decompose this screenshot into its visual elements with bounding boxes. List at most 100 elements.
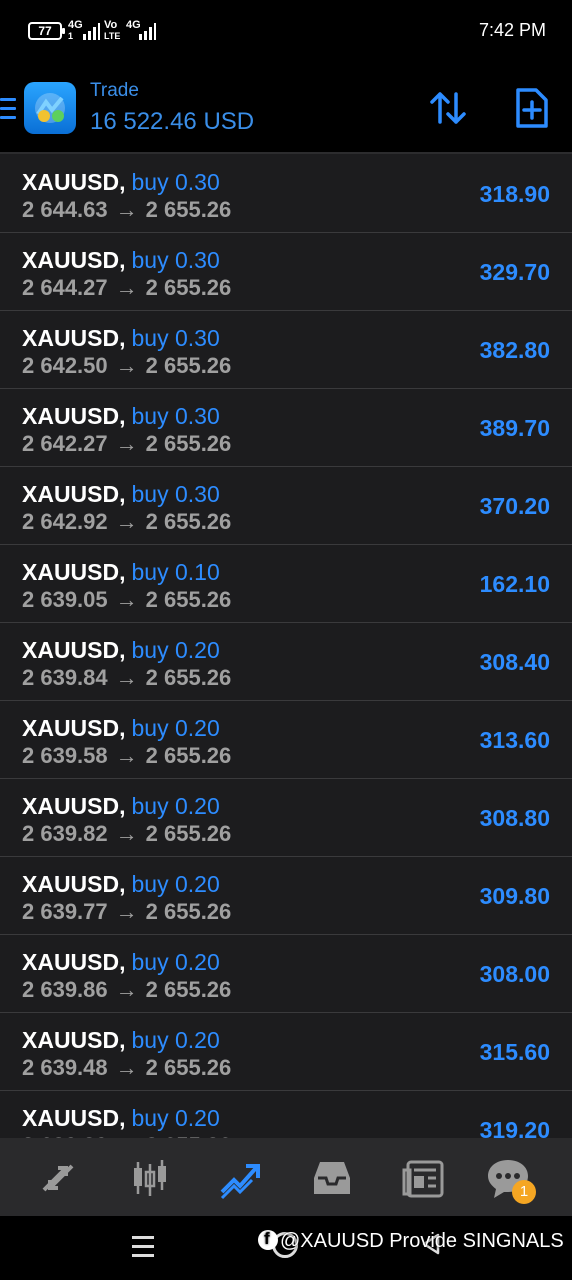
position-symbol: XAUUSD — [22, 325, 120, 351]
current-price: 2 655.26 — [145, 821, 232, 846]
battery-icon: 77 — [28, 22, 65, 40]
position-header: XAUUSD, buy 0.30 — [22, 247, 220, 274]
arrow-icon: → — [115, 197, 138, 222]
position-header: XAUUSD, buy 0.20 — [22, 793, 220, 820]
position-profit: 370.20 — [479, 493, 550, 519]
position-row[interactable]: XAUUSD, buy 0.20 2 639.58 → 2 655.26 313.60 — [0, 701, 572, 779]
arrow-icon: → — [115, 665, 138, 690]
position-profit: 329.70 — [479, 259, 550, 285]
position-header: XAUUSD, buy 0.20 — [22, 1105, 220, 1132]
position-row[interactable]: XAUUSD, buy 0.30 2 642.92 → 2 655.26 370.20 — [0, 467, 572, 545]
separator: , — [119, 559, 126, 585]
position-header: XAUUSD, buy 0.20 — [22, 949, 220, 976]
position-side-volume: buy 0.20 — [131, 1105, 220, 1131]
position-side-volume: buy 0.20 — [131, 793, 220, 819]
trade-icon[interactable] — [218, 1156, 262, 1200]
quotes-icon[interactable] — [36, 1156, 80, 1200]
position-header: XAUUSD, buy 0.10 — [22, 559, 220, 586]
history-icon[interactable] — [310, 1156, 354, 1200]
position-profit: 308.00 — [479, 961, 550, 987]
current-price: 2 655.26 — [145, 743, 232, 768]
open-price: 2 639.48 — [22, 1055, 108, 1080]
app-logo — [24, 82, 76, 134]
clock: 7:42 PM — [478, 20, 546, 40]
current-price: 2 655.26 — [145, 197, 232, 222]
separator: , — [119, 1027, 126, 1053]
open-price: 2 639.58 — [22, 743, 108, 768]
position-profit: 313.60 — [479, 727, 550, 753]
position-symbol: XAUUSD — [22, 247, 120, 273]
page-title: Trade — [90, 80, 139, 101]
position-prices: 2 642.50 → 2 655.26 — [22, 353, 231, 379]
position-prices: 2 639.86 → 2 655.26 — [22, 977, 231, 1003]
current-price: 2 655.26 — [145, 587, 232, 612]
position-profit: 308.40 — [479, 649, 550, 675]
open-price: 2 642.27 — [22, 431, 108, 456]
position-row[interactable]: XAUUSD, buy 0.20 2 639.86 → 2 655.26 308.00 — [0, 935, 572, 1013]
arrow-icon: → — [115, 353, 138, 378]
position-prices: 2 639.82 → 2 655.26 — [22, 821, 231, 847]
position-prices: 2 642.27 → 2 655.26 — [22, 431, 231, 457]
position-side-volume: buy 0.20 — [131, 715, 220, 741]
chart-icon[interactable] — [128, 1156, 172, 1200]
position-side-volume: buy 0.20 — [131, 949, 220, 975]
signal-strength-icon-2 — [139, 23, 156, 40]
position-profit: 162.10 — [479, 571, 550, 597]
open-price: 2 644.27 — [22, 275, 108, 300]
position-side-volume: buy 0.30 — [131, 325, 220, 351]
open-price: 2 639.77 — [22, 899, 108, 924]
messages-button[interactable]: 1 — [486, 1156, 536, 1204]
arrow-icon: → — [115, 431, 138, 456]
position-prices: 2 639.48 → 2 655.26 — [22, 1055, 231, 1081]
position-row[interactable]: XAUUSD, buy 0.10 2 639.05 → 2 655.26 162.10 — [0, 545, 572, 623]
position-profit: 308.80 — [479, 805, 550, 831]
open-price: 2 642.92 — [22, 509, 108, 534]
bottom-navigation: 1 — [0, 1138, 572, 1216]
position-side-volume: buy 0.20 — [131, 637, 220, 663]
arrow-icon: → — [115, 509, 138, 534]
separator: , — [119, 715, 126, 741]
position-header: XAUUSD, buy 0.20 — [22, 715, 220, 742]
new-order-icon[interactable] — [510, 86, 554, 130]
position-row[interactable]: XAUUSD, buy 0.30 2 644.27 → 2 655.26 329.70 — [0, 233, 572, 311]
position-row[interactable]: XAUUSD, buy 0.20 2 639.48 → 2 655.26 315.60 — [0, 1013, 572, 1091]
arrow-icon: → — [115, 275, 138, 300]
position-row[interactable]: XAUUSD, buy 0.30 2 642.50 → 2 655.26 382.80 — [0, 311, 572, 389]
position-row[interactable]: XAUUSD, buy 0.20 2 639.84 → 2 655.26 308.40 — [0, 623, 572, 701]
position-symbol: XAUUSD — [22, 637, 120, 663]
separator: , — [119, 637, 126, 663]
positions-list[interactable]: XAUUSD, buy 0.30 2 644.63 → 2 655.26 318.90 XA… — [0, 155, 572, 1138]
position-profit: 315.60 — [479, 1039, 550, 1065]
separator: , — [119, 481, 126, 507]
position-prices: 2 639.05 → 2 655.26 — [22, 587, 231, 613]
position-symbol: XAUUSD — [22, 1027, 120, 1053]
current-price: 2 655.26 — [145, 665, 232, 690]
position-side-volume: buy 0.20 — [131, 871, 220, 897]
position-profit: 389.70 — [479, 415, 550, 441]
position-side-volume: buy 0.30 — [131, 169, 220, 195]
volte-indicator: Vo LTE — [104, 19, 121, 42]
open-price: 2 642.50 — [22, 353, 108, 378]
arrow-icon: → — [115, 1055, 138, 1080]
signal-strength-icon — [83, 23, 100, 40]
position-header: XAUUSD, buy 0.20 — [22, 1027, 220, 1054]
position-row[interactable]: XAUUSD,buy 0.202 639.39→2 655.26319.20 — [0, 1091, 572, 1138]
position-row[interactable]: XAUUSD, buy 0.20 2 639.82 → 2 655.26 308.80 — [0, 779, 572, 857]
arrow-icon: → — [115, 743, 138, 768]
position-row[interactable]: XAUUSD, buy 0.20 2 639.77 → 2 655.26 309.80 — [0, 857, 572, 935]
position-symbol: XAUUSD — [22, 169, 120, 195]
open-price: 2 639.84 — [22, 665, 108, 690]
position-row[interactable]: XAUUSD, buy 0.30 2 644.63 → 2 655.26 318.90 — [0, 155, 572, 233]
status-bar: 77 4G 1 Vo LTE 4G 7:42 PM — [0, 0, 572, 64]
current-price: 2 655.26 — [145, 899, 232, 924]
messages-badge: 1 — [512, 1180, 536, 1204]
menu-icon[interactable] — [0, 98, 16, 120]
position-row[interactable]: XAUUSD, buy 0.30 2 642.27 → 2 655.26 389.70 — [0, 389, 572, 467]
position-symbol: XAUUSD — [22, 715, 120, 741]
separator: , — [119, 403, 126, 429]
recents-button[interactable] — [132, 1236, 154, 1258]
position-side-volume: buy 0.20 — [131, 1027, 220, 1053]
news-icon[interactable] — [402, 1156, 446, 1200]
current-price: 2 655.26 — [145, 1055, 232, 1080]
sort-icon[interactable] — [426, 86, 470, 130]
